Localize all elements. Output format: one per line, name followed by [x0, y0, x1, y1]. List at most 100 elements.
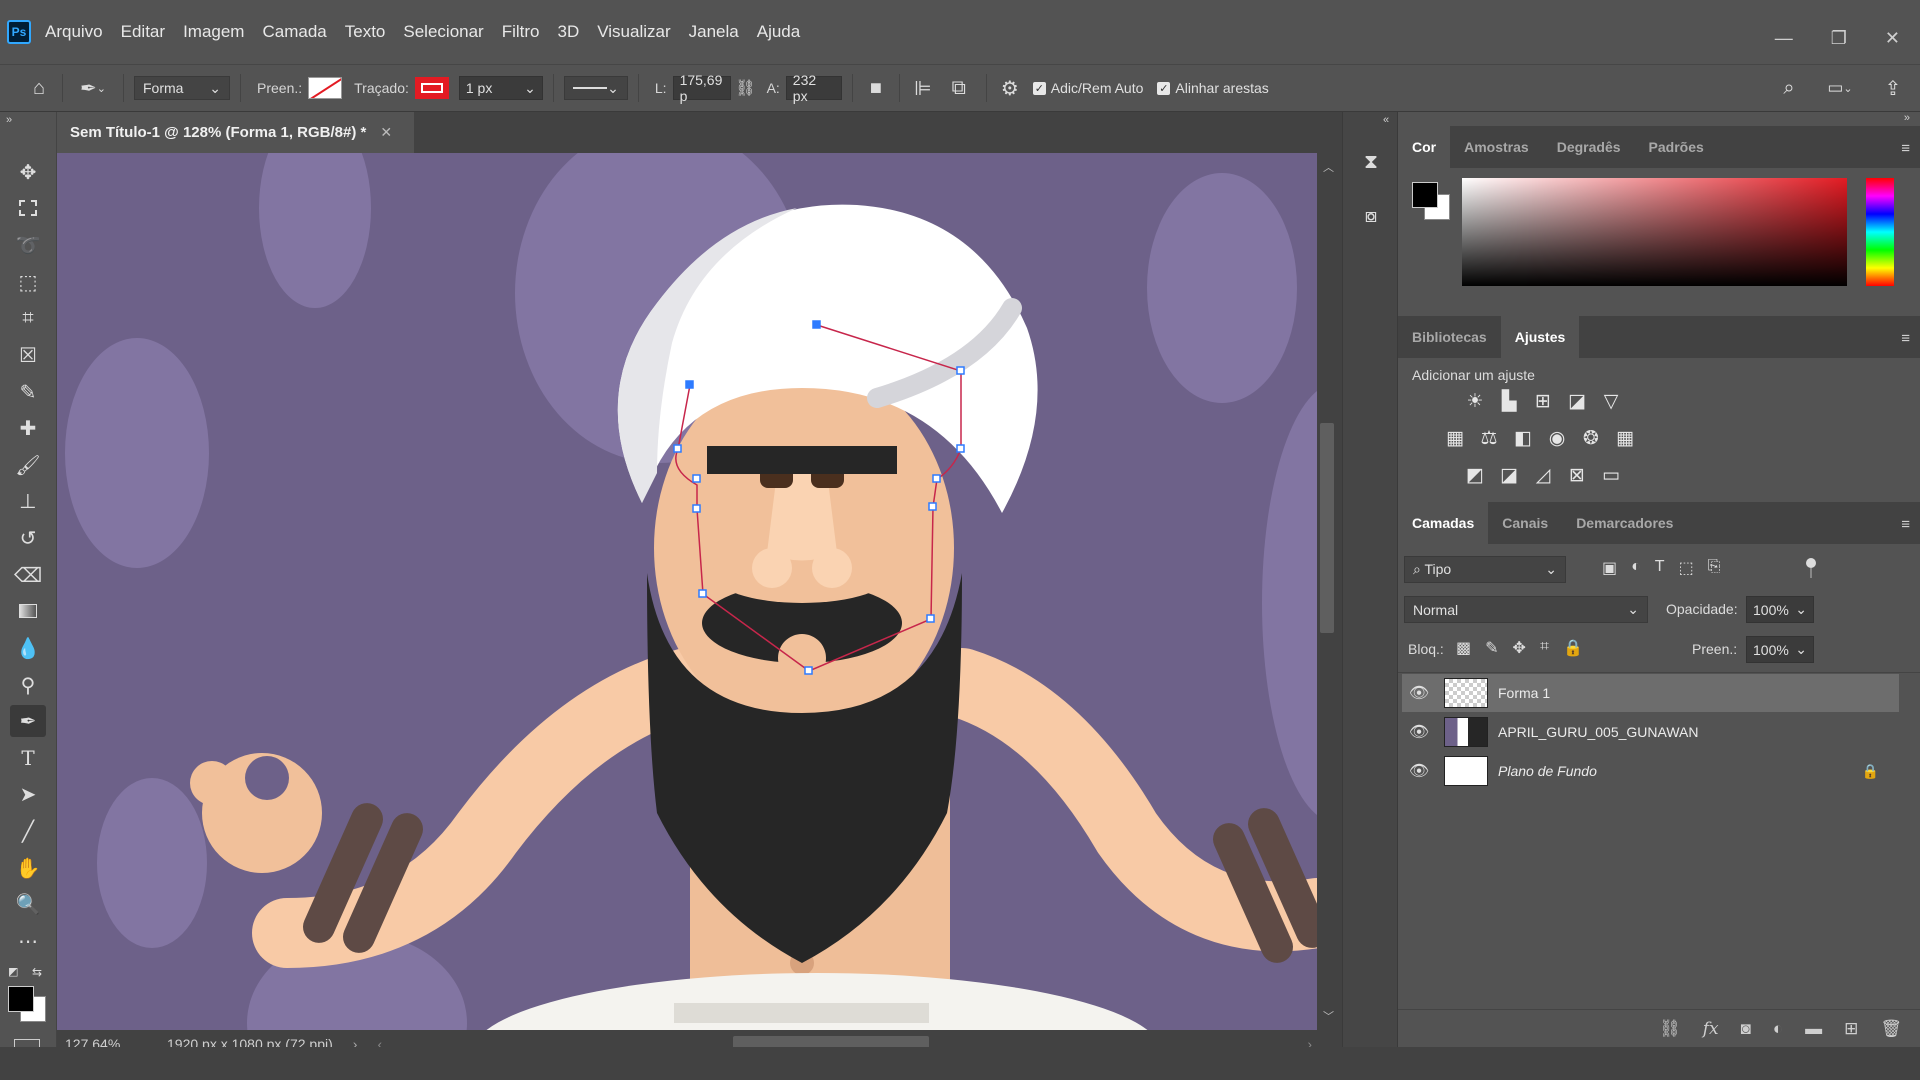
menu-3d[interactable]: 3D	[558, 22, 580, 42]
path-selection-tool-icon[interactable]: ➤	[10, 778, 46, 810]
fill-input[interactable]: 100% ⌄	[1746, 636, 1814, 663]
share-icon[interactable]: ⇪	[1880, 76, 1906, 101]
new-adjustment-layer-icon[interactable]: ◐	[1773, 1019, 1783, 1039]
tab-degrades[interactable]: Degradês	[1543, 126, 1635, 168]
menu-editar[interactable]: Editar	[121, 22, 165, 42]
history-brush-tool-icon[interactable]: ↺	[10, 522, 46, 554]
layer-row-april-guru[interactable]: 👁 APRIL_GURU_005_GUNAWAN	[1402, 713, 1899, 751]
lock-position-icon[interactable]: ✥	[1513, 638, 1526, 658]
home-icon[interactable]: ⌂	[26, 77, 52, 100]
eyedropper-tool-icon[interactable]: ✎	[10, 376, 46, 408]
visibility-eye-icon[interactable]: 👁	[1402, 683, 1436, 703]
search-icon[interactable]: ⌕	[1776, 77, 1802, 100]
menu-janela[interactable]: Janela	[689, 22, 739, 42]
lasso-tool-icon[interactable]: ➰	[10, 229, 46, 261]
dodge-tool-icon[interactable]: ⚲	[10, 669, 46, 701]
layer-style-icon[interactable]: fx	[1703, 1019, 1719, 1039]
menu-selecionar[interactable]: Selecionar	[403, 22, 483, 42]
color-swatches[interactable]	[1412, 182, 1452, 222]
brightness-icon[interactable]: ☀	[1462, 388, 1488, 414]
filter-toggle-icon[interactable]	[1806, 558, 1816, 578]
stroke-type-select[interactable]: ⌄	[563, 76, 628, 100]
tab-ajustes[interactable]: Ajustes	[1500, 316, 1580, 358]
move-tool-icon[interactable]: ✥	[10, 156, 46, 188]
tab-bibliotecas[interactable]: Bibliotecas	[1398, 316, 1501, 358]
scroll-up-icon[interactable]: ︿	[1323, 159, 1334, 175]
layer-filter-select[interactable]: ⌕ Tipo ⌄	[1404, 556, 1566, 583]
hand-tool-icon[interactable]: ✋	[10, 852, 46, 884]
more-tools-icon[interactable]: ⋯	[10, 925, 46, 957]
adjust-panel-menu-icon[interactable]: ≡	[1901, 330, 1910, 347]
lock-artboard-icon[interactable]: ⌗	[1540, 638, 1549, 658]
close-icon[interactable]: ✕	[1885, 28, 1900, 49]
filter-adjustment-icon[interactable]: ◐	[1631, 558, 1641, 578]
filter-smart-object-icon[interactable]: ⎘	[1708, 558, 1721, 578]
visibility-eye-icon[interactable]: 👁	[1402, 761, 1436, 781]
brush-tool-icon[interactable]: 🖌	[10, 449, 46, 481]
object-selection-tool-icon[interactable]: ⬚	[10, 266, 46, 298]
minimize-icon[interactable]: —	[1775, 28, 1793, 49]
marquee-tool-icon[interactable]	[10, 192, 46, 224]
menu-visualizar[interactable]: Visualizar	[597, 22, 670, 42]
lock-pixels-icon[interactable]: ✎	[1485, 638, 1498, 658]
gradient-tool-icon[interactable]	[10, 595, 46, 627]
document-tab[interactable]: Sem Título-1 @ 128% (Forma 1, RGB/8#) * …	[57, 112, 414, 153]
line-tool-icon[interactable]: ╱	[10, 815, 46, 847]
blur-tool-icon[interactable]: 💧	[10, 632, 46, 664]
width-input[interactable]: 175,69 p	[672, 72, 731, 104]
vertical-scroll-thumb[interactable]	[1320, 423, 1334, 633]
add-mask-icon[interactable]: ◙	[1741, 1019, 1751, 1039]
default-colors-icon[interactable]: ◩	[8, 965, 18, 978]
blend-mode-select[interactable]: Normal ⌄	[1404, 596, 1648, 623]
canvas[interactable]	[57, 153, 1317, 1030]
healing-brush-tool-icon[interactable]: ✚	[10, 412, 46, 444]
layers-panel-menu-icon[interactable]: ≡	[1901, 516, 1910, 533]
tab-cor[interactable]: Cor	[1398, 126, 1451, 168]
pen-tool-icon[interactable]: ✒	[10, 705, 46, 737]
invert-icon[interactable]: ◩	[1462, 462, 1488, 488]
new-group-icon[interactable]: ▬	[1805, 1019, 1822, 1039]
align-edges-checkbox[interactable]: ✓ Alinhar arestas	[1157, 80, 1269, 96]
menu-texto[interactable]: Texto	[345, 22, 386, 42]
posterize-icon[interactable]: ◪	[1496, 462, 1522, 488]
menu-camada[interactable]: Camada	[262, 22, 326, 42]
auto-add-delete-checkbox[interactable]: ✓ Adic/Rem Auto	[1032, 80, 1143, 96]
tab-padroes[interactable]: Padrões	[1635, 126, 1718, 168]
selective-color-icon[interactable]: ⊠	[1564, 462, 1590, 488]
path-alignment-icon[interactable]: ⊫	[910, 76, 936, 101]
close-tab-icon[interactable]: ✕	[380, 124, 392, 141]
menu-filtro[interactable]: Filtro	[502, 22, 540, 42]
lock-all-icon[interactable]: 🔒	[1563, 638, 1583, 658]
filter-type-icon[interactable]: T	[1655, 558, 1665, 578]
visibility-eye-icon[interactable]: 👁	[1402, 722, 1436, 742]
swap-colors-icon[interactable]: ⇆	[32, 965, 42, 979]
zoom-tool-icon[interactable]: 🔍	[10, 888, 46, 920]
properties-panel-icon[interactable]: ⧇	[1357, 202, 1385, 230]
link-icon[interactable]: ⛓	[731, 78, 761, 98]
lock-transparent-icon[interactable]: ▩	[1456, 638, 1471, 658]
color-field[interactable]	[1462, 178, 1847, 286]
collapse-toolbar-icon[interactable]: »	[6, 114, 12, 126]
hue-saturation-icon[interactable]: ▦	[1442, 425, 1468, 451]
clone-stamp-tool-icon[interactable]: ⊥	[10, 485, 46, 517]
color-panel-menu-icon[interactable]: ≡	[1901, 140, 1910, 157]
vertical-scrollbar[interactable]: ︿ ﹀	[1317, 153, 1342, 1030]
filter-pixel-icon[interactable]: ▣	[1602, 558, 1617, 578]
history-panel-icon[interactable]: ⧗	[1357, 148, 1385, 176]
restore-icon[interactable]: ❐	[1831, 28, 1847, 49]
photo-filter-icon[interactable]: ◉	[1544, 425, 1570, 451]
hue-slider[interactable]	[1866, 178, 1894, 286]
exposure-icon[interactable]: ◪	[1564, 388, 1590, 414]
vibrance-icon[interactable]: ▽	[1598, 388, 1624, 414]
pen-tool-preset-icon[interactable]: ✒ ⌄	[73, 76, 113, 101]
stroke-width-input[interactable]: 1 px ⌄	[458, 76, 543, 100]
expand-panels-icon[interactable]: «	[1383, 114, 1389, 126]
color-lookup-icon[interactable]: ▦	[1612, 425, 1638, 451]
eraser-tool-icon[interactable]: ⌫	[10, 559, 46, 591]
quick-mask-icon[interactable]	[14, 1039, 40, 1047]
new-layer-icon[interactable]: ⊞	[1844, 1019, 1858, 1039]
stroke-swatch[interactable]	[414, 77, 449, 99]
path-operations-icon[interactable]: ■	[863, 77, 889, 100]
fill-swatch[interactable]	[308, 77, 343, 99]
threshold-icon[interactable]: ◿	[1530, 462, 1556, 488]
